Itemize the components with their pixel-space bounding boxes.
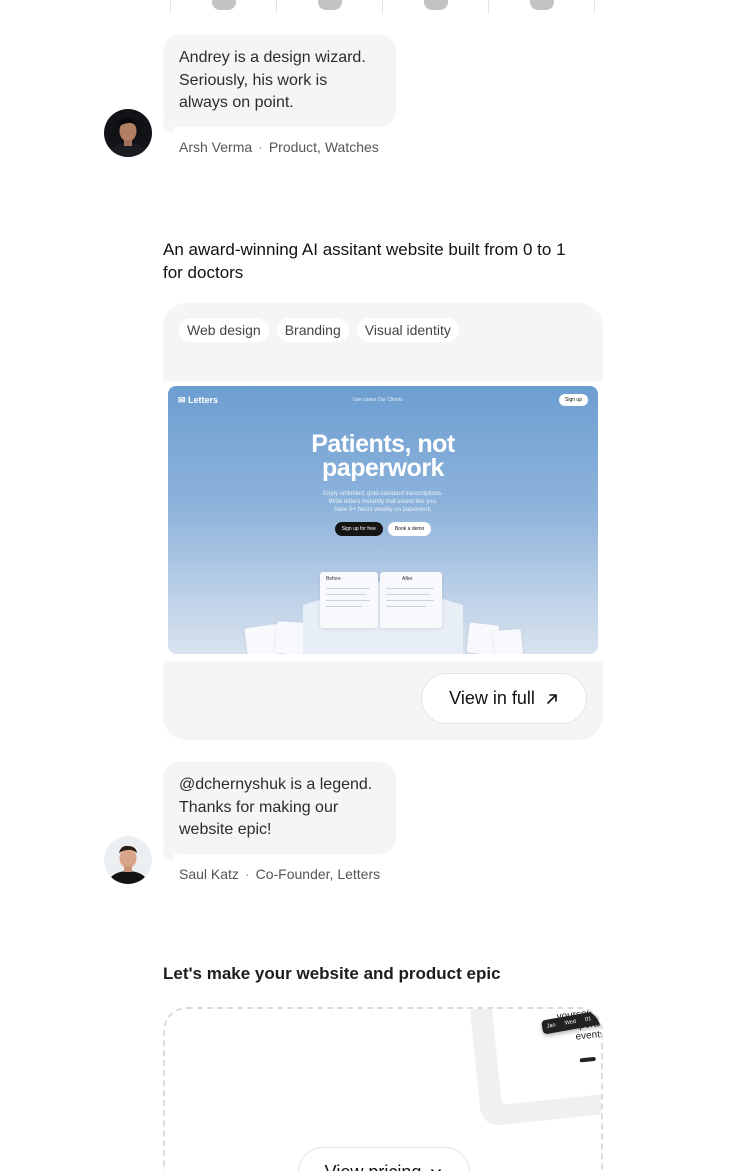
preview-subtext: Enjoy unlimited, gold-standard transcrip… [323,491,443,513]
view-in-full-label: View in full [449,688,535,708]
preview-paper [492,628,524,654]
testimonial-bubble: Andrey is a design wizard. Seriously, hi… [163,35,396,127]
chevron-icon [431,1169,442,1171]
testimonial-author: Arsh Verma · Product, Watches [179,139,379,155]
testimonial-quote: Andrey is a design wizard. Seriously, hi… [179,49,366,111]
preview-secondary-button: Book a demo [387,522,432,536]
case-study-title: An award-winning AI assitant website bui… [163,240,566,282]
product-thumbnail [423,0,448,10]
separator-dot: · [244,866,250,882]
cta-title: Let's make your website and product epic [163,964,501,983]
cta-card: Remind yourself about important events J… [163,1007,603,1171]
author-name: Arsh Verma [179,139,253,155]
preview-headline: Patients, not paperwork [311,430,455,482]
avatar-image [104,836,152,884]
testimonial-bubble: @dchernyshuk is a legend. Thanks for mak… [163,762,396,854]
avatar [104,109,152,157]
promo-device-image: Remind yourself about important events J… [468,1009,601,1128]
arrow-up-right-icon [547,693,557,704]
product-thumbnail [529,0,554,10]
preview-before-doc: Before [320,572,378,628]
promo-button [579,1056,596,1063]
website-preview-image[interactable]: ✉ Letters Use cases Our Clients Sign up … [163,381,603,661]
preview-cta-buttons: Sign up for free Book a demo [168,522,598,536]
preview-signup-button: Sign up [559,394,588,406]
author-role: Product, Watches [268,139,379,155]
view-pricing-label: View pricing [325,1162,422,1171]
avatar-image [104,109,152,157]
preview-nav: Use cases Our Clients [353,397,403,403]
preview-after-doc: After [380,572,442,628]
tag-web-design: Web design [179,318,269,342]
preview-logo: ✉ Letters [178,395,219,405]
avatar [104,836,152,884]
testimonial-author: Saul Katz · Co-Founder, Letters [179,866,380,882]
tag-visual-identity: Visual identity [356,318,459,342]
separator-dot: · [258,139,263,155]
tag-branding: Branding [276,318,349,342]
preview-paper [274,621,306,654]
testimonial-quote: @dchernyshuk is a legend. Thanks for mak… [179,776,373,838]
previous-section-image-strip [170,0,595,14]
product-thumbnail [317,0,342,10]
view-pricing-button[interactable]: View pricing [298,1147,470,1171]
author-name: Saul Katz [179,866,239,882]
preview-primary-button: Sign up for free [334,522,383,536]
tag-list: Web design Branding Visual identity [179,318,459,342]
case-study-card: Web design Branding Visual identity ✉ Le… [163,303,603,740]
view-in-full-button[interactable]: View in full [421,673,587,724]
author-role: Co-Founder, Letters [255,866,381,882]
product-thumbnail [211,0,236,10]
